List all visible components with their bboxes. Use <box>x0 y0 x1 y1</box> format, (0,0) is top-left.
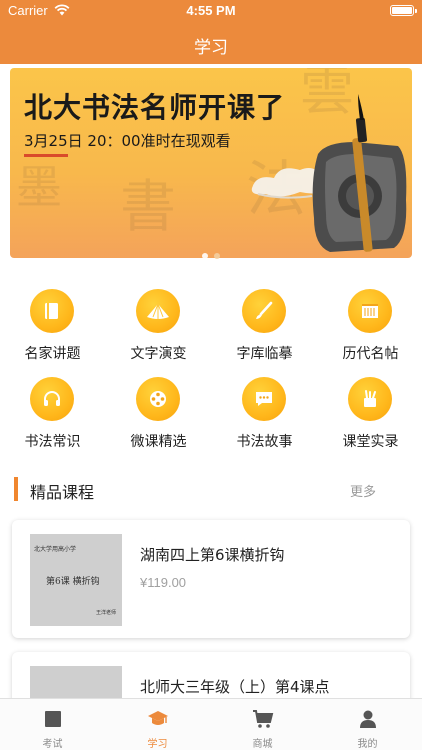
category-brush[interactable]: 字库临摹 <box>212 287 317 367</box>
category-film-reel[interactable]: 微课精选 <box>106 375 211 455</box>
category-scroll[interactable]: 历代名帖 <box>318 287 422 367</box>
category-label: 字库临摹 <box>236 346 293 362</box>
category-label: 书法常识 <box>24 434 81 450</box>
banner-headline: 北大书法名师开课了 <box>24 91 286 124</box>
user-icon <box>360 710 376 728</box>
course-title: 北师大三年级（上）第4课点 <box>140 678 330 696</box>
book-icon <box>30 289 74 333</box>
top-bar: Carrier 4:55 PM 学习 <box>0 0 422 64</box>
more-link[interactable]: 更多 <box>350 481 376 500</box>
pen-holder-icon <box>348 377 392 421</box>
headset-icon <box>30 377 74 421</box>
thumb-teacher: 王洋老师 <box>95 610 116 616</box>
category-pen-holder[interactable]: 课堂实录 <box>318 375 422 455</box>
battery-icon <box>390 5 417 16</box>
thumb-school: 北大学用高小学 <box>34 546 77 553</box>
category-headset[interactable]: 书法常识 <box>0 375 105 455</box>
category-label: 微课精选 <box>130 434 187 450</box>
course-price: ¥119.00 <box>140 575 187 590</box>
brush-icon <box>242 289 286 333</box>
section-accent-bar <box>14 477 18 501</box>
status-bar: Carrier 4:55 PM <box>0 0 422 22</box>
tab-label: 考试 <box>42 739 63 750</box>
calligraphy-texture: 書 <box>120 175 176 240</box>
graduation-cap-icon <box>148 711 168 725</box>
tab-me[interactable]: 我的 <box>315 699 420 750</box>
course-title: 湖南四上第6课横折钩 <box>140 546 285 564</box>
category-label: 名家讲题 <box>24 346 81 362</box>
tab-label: 我的 <box>357 739 378 750</box>
scroll-icon <box>348 289 392 333</box>
banner-subline: 3月25日 20：00准时在现观看 <box>24 132 231 150</box>
banner-accent-line <box>24 154 68 157</box>
page-dot-active[interactable] <box>202 253 208 259</box>
category-label: 课堂实录 <box>342 434 399 450</box>
category-label: 文字演变 <box>130 346 187 362</box>
calligraphy-texture: 墨 <box>16 160 62 214</box>
tab-exam[interactable]: 考试 <box>0 699 105 750</box>
thumb-lesson: 第6课 横折钩 <box>46 577 100 587</box>
banner-page-indicator[interactable] <box>0 253 422 259</box>
page-title: 学习 <box>194 38 228 58</box>
tab-label: 学习 <box>147 739 168 750</box>
section-title: 精品课程 <box>30 483 95 502</box>
tab-shop[interactable]: 商城 <box>210 699 315 750</box>
course-thumbnail: 北大学用高小学 第6课 横折钩 王洋老师 <box>30 534 122 626</box>
category-fan[interactable]: 文字演变 <box>106 287 211 367</box>
tab-study[interactable]: 学习 <box>105 699 210 750</box>
film-reel-icon <box>136 377 180 421</box>
tab-bar: 考试 学习 商城 我的 <box>0 698 422 750</box>
promo-banner[interactable]: 墨 書 法 雲 北大书法名师开课了 3月25日 20：00准时在现观看 <box>10 68 412 258</box>
cart-icon <box>253 710 274 728</box>
tab-label: 商城 <box>252 739 273 750</box>
category-label: 历代名帖 <box>342 346 399 362</box>
fan-icon <box>136 289 180 333</box>
chat-bubble-icon <box>242 377 286 421</box>
course-card[interactable]: 北大学用高小学 第6课 横折钩 王洋老师 湖南四上第6课横折钩 ¥119.00 <box>12 520 410 638</box>
exam-icon <box>45 711 61 727</box>
clock: 4:55 PM <box>186 3 236 18</box>
category-chat[interactable]: 书法故事 <box>212 375 317 455</box>
category-label: 书法故事 <box>236 434 293 450</box>
page-dot[interactable] <box>214 253 220 259</box>
section-header: 精品课程 更多 <box>0 475 422 503</box>
category-book[interactable]: 名家讲题 <box>0 287 105 367</box>
